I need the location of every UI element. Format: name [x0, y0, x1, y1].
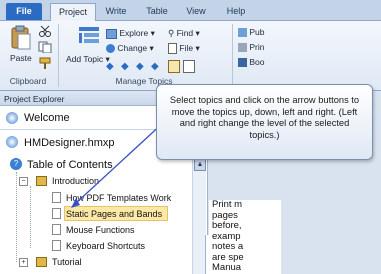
tooltip-callout: Select topics and click on the arrow but…: [156, 84, 373, 160]
